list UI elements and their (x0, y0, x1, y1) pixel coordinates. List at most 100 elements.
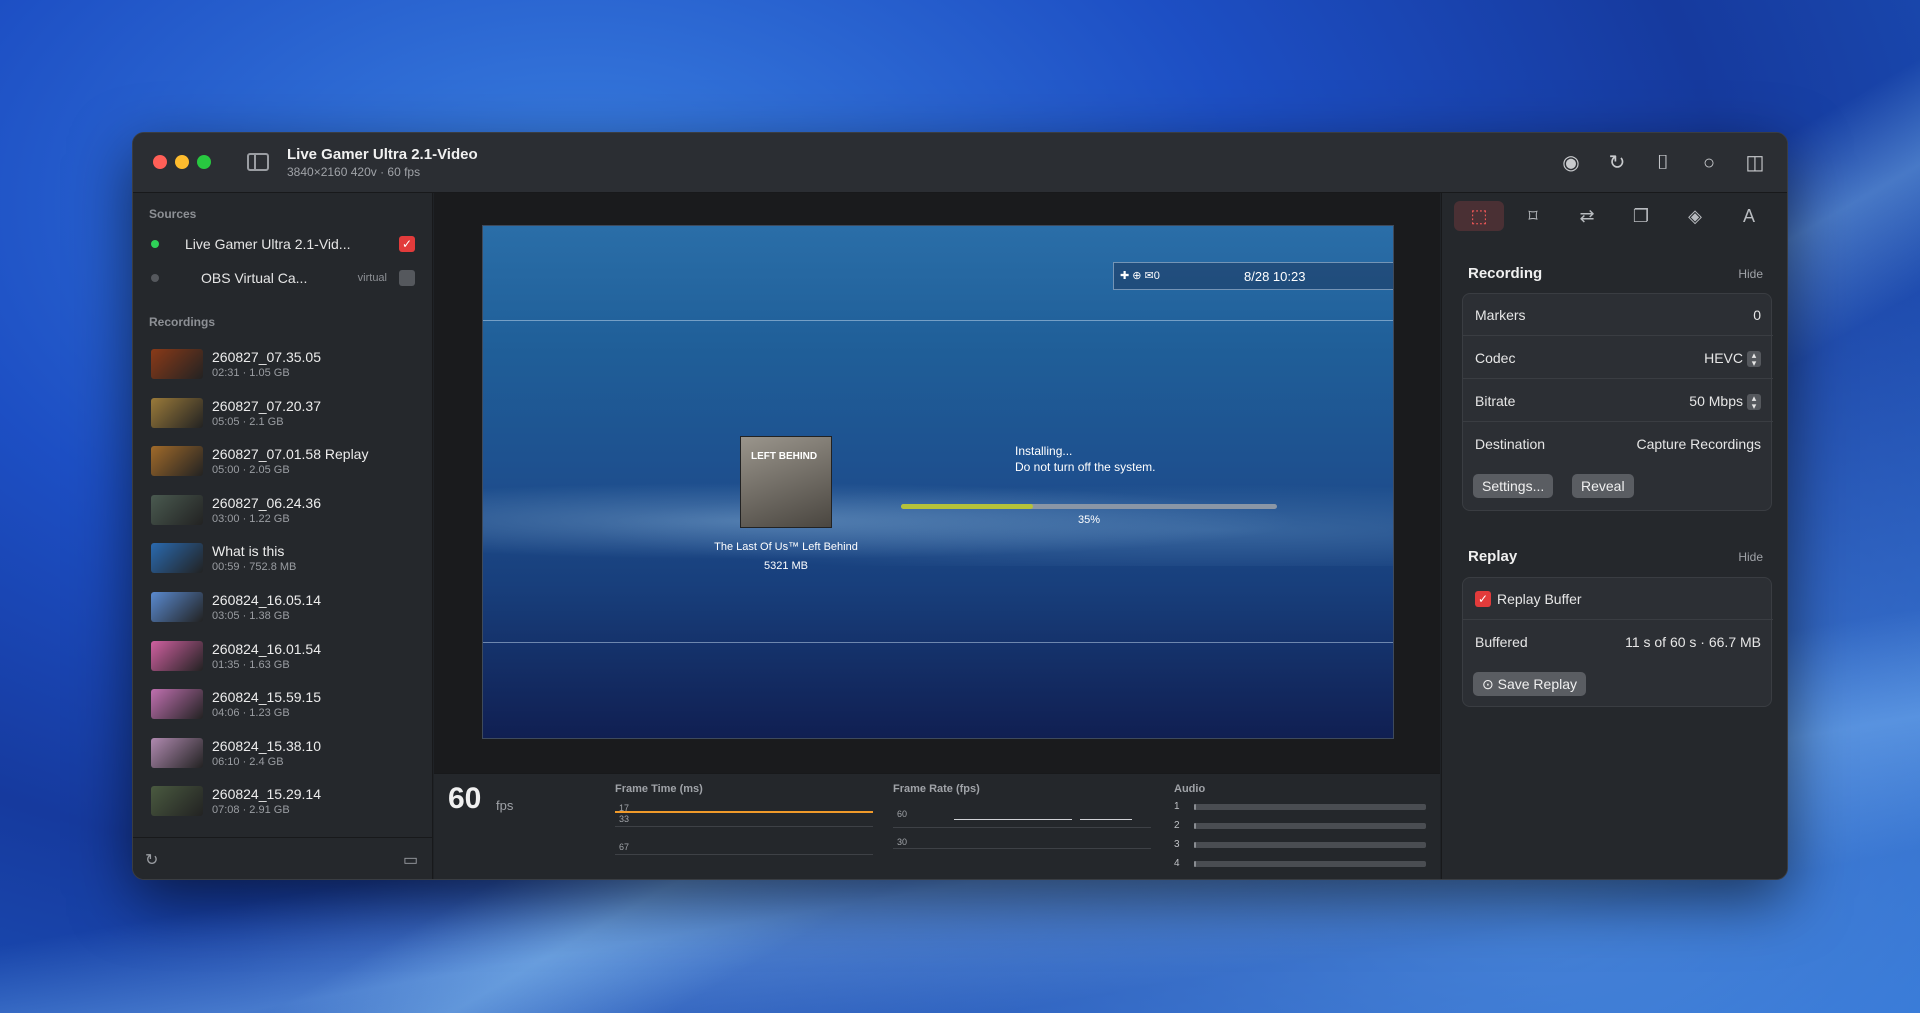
recording-item[interactable]: 260824_16.01.54 01:35 · 1.63 GB (133, 635, 433, 684)
record-icon[interactable]: ◉ (1559, 151, 1583, 175)
frame-time-tick: 67 (619, 842, 630, 852)
frame-rate-tick: 30 (897, 837, 908, 847)
app-window: Live Gamer Ultra 2.1-Video 3840×2160 420… (132, 132, 1788, 880)
recordings-label: Recordings (149, 315, 216, 329)
audio-channel-label: 3 (1174, 839, 1180, 850)
console-status-bar: ✚ ⊕ ✉0 8/28 10:23 (1113, 262, 1393, 290)
recording-thumbnail (151, 446, 203, 477)
recording-thumbnail (151, 397, 203, 428)
codec-stepper-icon[interactable]: ▴ ▾ (1747, 351, 1761, 368)
recording-name: What is this (212, 543, 285, 560)
settings-button[interactable]: Settings... (1473, 474, 1554, 498)
audio-channel-meter: 3 (1174, 839, 1426, 851)
game-title: The Last Of Us™ Left Behind (714, 541, 858, 553)
recording-item[interactable]: 260827_06.24.36 03:00 · 1.22 GB (133, 489, 433, 538)
recording-item[interactable]: 260824_15.59.15 04:06 · 1.23 GB (133, 683, 433, 732)
tab-record-region-icon[interactable]: ⬚ (1454, 201, 1504, 231)
audio-channel-label: 1 (1174, 801, 1180, 812)
recording-item[interactable]: 260824_15.29.14 07:08 · 2.91 GB (133, 780, 433, 829)
folder-icon[interactable]: ▭ (403, 850, 418, 870)
virtual-tag: virtual (357, 272, 387, 284)
recording-item[interactable]: 260827_07.20.37 05:05 · 2.1 GB (133, 392, 433, 441)
recording-card: Markers 0 Codec HEVC ▴ ▾ Bitrate 50 Mbps ▴ ▾… (1462, 293, 1773, 511)
source-checkbox[interactable]: ✓ (399, 236, 415, 252)
recording-meta: 06:10 · 2.4 GB (212, 755, 284, 768)
recording-name: 260824_16.01.54 (212, 640, 321, 657)
bitrate-stepper-icon[interactable]: ▴ ▾ (1747, 394, 1761, 411)
close-window-button[interactable] (153, 155, 167, 169)
source-item-obs-virtual[interactable]: OBS Virtual Ca... virtual (133, 263, 433, 293)
recording-item[interactable]: 260827_07.01.58 Replay 05:00 · 2.05 GB (133, 440, 433, 489)
recording-meta: 05:00 · 2.05 GB (212, 464, 290, 477)
recording-item[interactable]: 260827_07.35.05 02:31 · 1.05 GB (133, 343, 433, 392)
audio-channel-label: 2 (1174, 820, 1180, 831)
refresh-icon[interactable]: ↻ (145, 850, 158, 870)
status-dot (151, 240, 159, 248)
circle-icon[interactable]: ○ (1697, 151, 1721, 175)
bitrate-label: Bitrate (1475, 393, 1516, 409)
zoom-window-button[interactable] (197, 155, 211, 169)
recording-item[interactable]: What is this 00:59 · 752.8 MB (133, 537, 433, 586)
recording-meta: 07:08 · 2.91 GB (212, 804, 290, 817)
bitrate-select[interactable]: 50 Mbps ▴ ▾ (1689, 393, 1761, 411)
divider (483, 642, 1393, 643)
audio-channel-meter: 4 (1174, 858, 1426, 870)
recording-name: 260827_07.01.58 Replay (212, 446, 369, 463)
audio-level-fill (1194, 823, 1197, 829)
codec-label: Codec (1475, 350, 1516, 366)
source-name: Live Gamer Ultra 2.1-Vid... (185, 236, 351, 252)
replay-buffer-row[interactable]: ✓ Replay Buffer (1463, 578, 1773, 620)
replay-icon[interactable]: ↻ (1605, 151, 1629, 175)
source-checkbox[interactable] (399, 270, 415, 286)
audio-level-track (1194, 804, 1426, 810)
audio-channel-meter: 1 (1174, 801, 1426, 813)
destination-label: Destination (1475, 436, 1546, 452)
codec-value: HEVC (1704, 350, 1743, 366)
inspector-toggle-icon[interactable]: ◫ (1743, 151, 1767, 175)
source-item-live-gamer[interactable]: Live Gamer Ultra 2.1-Vid... ✓ (133, 229, 433, 259)
reveal-button[interactable]: Reveal (1572, 474, 1634, 498)
audio-level-fill (1194, 861, 1197, 867)
replay-buffer-checkbox[interactable]: ✓ (1475, 591, 1491, 607)
sidebar-toggle-icon[interactable] (247, 153, 269, 171)
install-warning: Do not turn off the system. (1015, 460, 1156, 474)
recording-item[interactable]: 260824_16.05.14 03:05 · 1.38 GB (133, 586, 433, 635)
replay-hide-button[interactable]: Hide (1738, 550, 1763, 564)
sources-label: Sources (149, 207, 197, 221)
recording-hide-button[interactable]: Hide (1738, 267, 1763, 281)
gridline (893, 827, 1151, 828)
gridline (893, 848, 1151, 849)
recording-meta: 03:05 · 1.38 GB (212, 609, 290, 622)
recording-item[interactable]: 260824_15.38.10 06:10 · 2.4 GB (133, 732, 433, 781)
replay-buffer-label: Replay Buffer (1497, 591, 1582, 607)
destination-value[interactable]: Capture Recordings (1636, 436, 1761, 452)
codec-select[interactable]: HEVC ▴ ▾ (1704, 350, 1761, 368)
gridline (615, 826, 873, 827)
console-time: 8/28 10:23 (1244, 269, 1306, 284)
minimize-window-button[interactable] (175, 155, 189, 169)
source-name: OBS Virtual Ca... (201, 270, 308, 286)
recording-thumbnail (151, 494, 203, 525)
install-status: Installing... (1015, 444, 1073, 458)
preview-area: ✚ ⊕ ✉0 8/28 10:23 LEFT BEHIND The Last O… (434, 193, 1440, 879)
audio-channel-label: 4 (1174, 858, 1180, 869)
recordings-list: 260827_07.35.05 02:31 · 1.05 GB 260827_07.… (133, 343, 433, 835)
recording-name: 260824_16.05.14 (212, 591, 321, 608)
tab-bookmark-icon[interactable]: ⌑ (1508, 201, 1558, 231)
replay-panel-title: Replay (1468, 548, 1518, 565)
save-replay-button[interactable]: ⊙ Save Replay (1473, 672, 1587, 696)
recording-thumbnail (151, 737, 203, 768)
tab-text-icon[interactable]: A (1724, 201, 1774, 231)
recording-thumbnail (151, 640, 203, 671)
video-preview[interactable]: ✚ ⊕ ✉0 8/28 10:23 LEFT BEHIND The Last O… (482, 225, 1394, 739)
tab-copy-icon[interactable]: ❐ (1616, 201, 1666, 231)
tab-transform-icon[interactable]: ⇄ (1562, 201, 1612, 231)
inspector-panel: ⬚ ⌑ ⇄ ❐ ◈ A Recording Hide Markers 0 Cod… (1441, 193, 1787, 879)
console-status-icons: ✚ ⊕ ✉0 (1120, 270, 1160, 282)
tab-filter-icon[interactable]: ◈ (1670, 201, 1720, 231)
recording-item[interactable]: Insane Finish (133, 829, 433, 835)
camera-icon[interactable]: ⌷ (1651, 151, 1675, 175)
recording-name: 260827_07.20.37 (212, 397, 321, 414)
fps-value: 60 (448, 782, 482, 815)
install-progress-fill (901, 504, 1033, 509)
